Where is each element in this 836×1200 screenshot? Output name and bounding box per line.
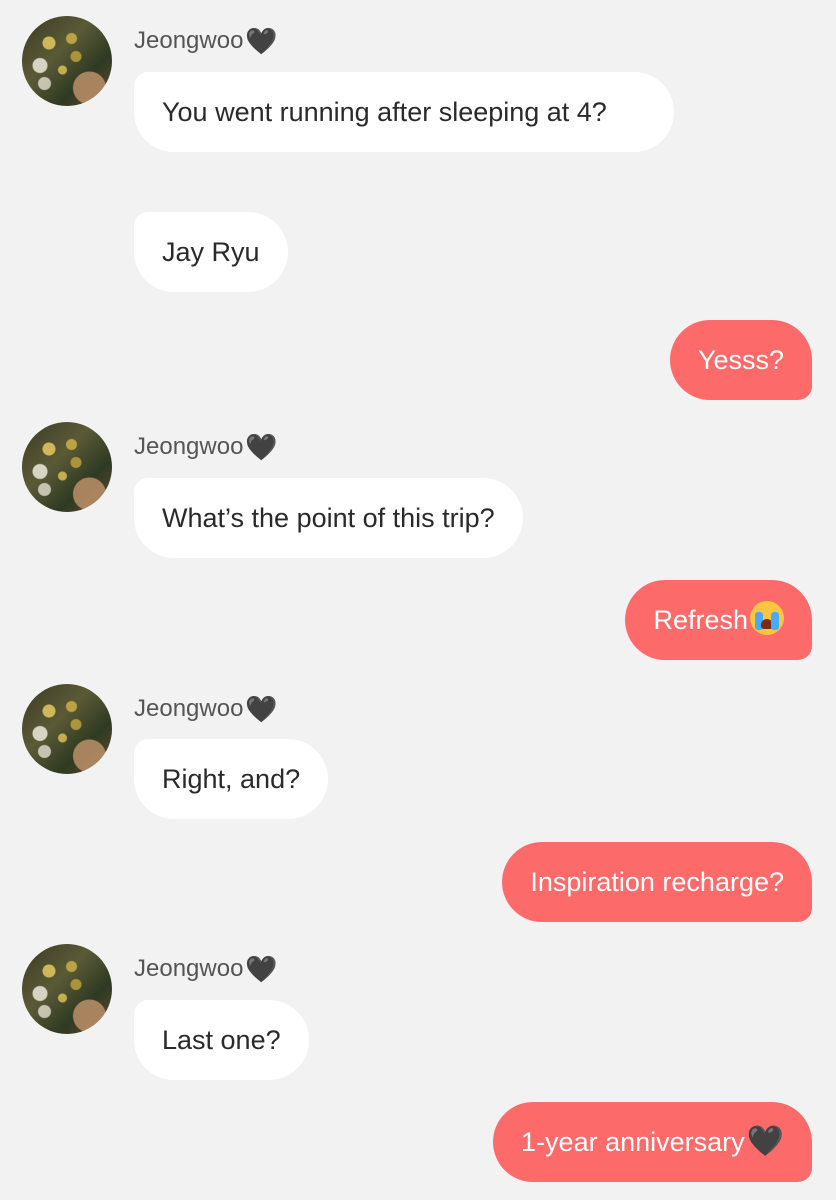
chat-thread: Jeongwoo 🖤 You went running after sleepin… <box>0 0 836 1200</box>
incoming-message[interactable]: What’s the point of this trip? <box>134 478 523 558</box>
message-text: Refresh <box>653 605 748 635</box>
contact-avatar[interactable] <box>22 944 112 1034</box>
message-text: Yesss? <box>697 345 784 375</box>
black-heart-icon: 🖤 <box>245 26 278 56</box>
contact-name: Jeongwoo <box>134 695 244 722</box>
message-text: 1-year anniversary <box>521 1127 745 1157</box>
incoming-message[interactable]: Right, and? <box>134 739 329 819</box>
contact-name: Jeongwoo <box>134 955 244 982</box>
black-heart-icon: 🖤 <box>245 432 278 462</box>
message-text: Last one? <box>162 1025 281 1055</box>
incoming-message[interactable]: Jay Ryu <box>134 212 288 292</box>
loudly-crying-face-icon <box>750 601 784 635</box>
message-text: Jay Ryu <box>162 237 260 267</box>
incoming-message[interactable]: You went running after sleeping at 4? <box>134 72 674 152</box>
black-heart-icon: 🖤 <box>245 694 278 724</box>
outgoing-message[interactable]: Refresh <box>625 580 812 660</box>
black-heart-icon: 🖤 <box>245 954 278 984</box>
message-text: You went running after sleeping at 4? <box>162 97 607 127</box>
outgoing-message[interactable]: Yesss? <box>669 320 812 400</box>
incoming-message[interactable]: Last one? <box>134 1000 309 1080</box>
contact-name-label: Jeongwoo 🖤 <box>134 26 278 56</box>
contact-avatar[interactable] <box>22 422 112 512</box>
contact-name-label: Jeongwoo 🖤 <box>134 694 278 724</box>
contact-avatar[interactable] <box>22 684 112 774</box>
outgoing-message[interactable]: 1-year anniversary🖤 <box>493 1102 812 1182</box>
message-text: Right, and? <box>162 764 301 794</box>
contact-name: Jeongwoo <box>134 433 244 460</box>
contact-avatar[interactable] <box>22 16 112 106</box>
message-text: Inspiration recharge? <box>530 867 784 897</box>
outgoing-message[interactable]: Inspiration recharge? <box>502 842 812 922</box>
contact-name-label: Jeongwoo 🖤 <box>134 432 278 462</box>
message-text: What’s the point of this trip? <box>162 503 495 533</box>
black-heart-icon: 🖤 <box>746 1125 784 1158</box>
contact-name: Jeongwoo <box>134 27 244 54</box>
contact-name-label: Jeongwoo 🖤 <box>134 954 278 984</box>
